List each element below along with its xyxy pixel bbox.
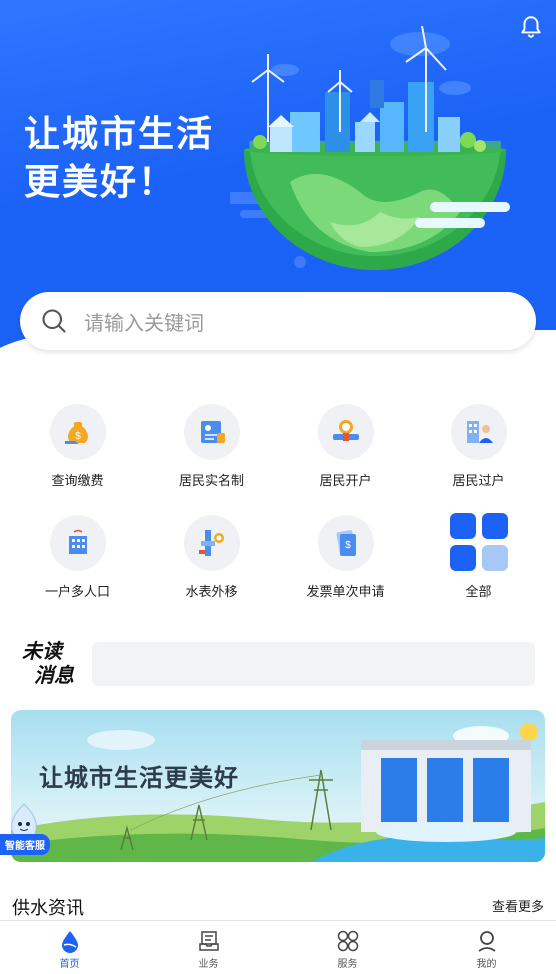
water-meter-icon — [332, 420, 359, 441]
service-label: 居民开户 — [319, 473, 372, 488]
service-all[interactable]: 全部 — [409, 511, 548, 611]
tab-home[interactable]: 首页 — [0, 921, 139, 974]
news-more-link[interactable]: 查看更多 — [492, 896, 544, 915]
service-meter-relocate[interactable]: 水表外移 — [142, 511, 281, 611]
news-section-title: 供水资讯 — [12, 898, 84, 918]
service-label: 查询缴费 — [51, 473, 104, 488]
svg-text:$: $ — [345, 540, 351, 551]
tab-label: 业务 — [198, 959, 219, 970]
service-transfer[interactable]: 居民过户 — [409, 400, 548, 500]
banner-text: 让城市生活更美好 — [39, 765, 239, 792]
water-drop-icon — [61, 931, 78, 953]
green-city-globe-illustration — [230, 25, 510, 270]
service-label: 全部 — [465, 584, 492, 599]
tab-label: 首页 — [59, 959, 80, 970]
service-invoice[interactable]: $ 发票单次申请 — [276, 511, 415, 611]
service-query-payment[interactable]: $ 查询缴费 — [8, 400, 147, 500]
service-real-name[interactable]: 居民实名制 — [142, 400, 281, 500]
slogan-line-2: 更美好！ — [24, 161, 177, 202]
assistant-label[interactable]: 智能客服 — [0, 834, 50, 855]
bottom-tab-bar: 首页 业务 服务 我的 — [0, 920, 556, 974]
search-bar[interactable]: 请输入关键词 — [20, 292, 536, 350]
service-label: 居民过户 — [452, 473, 505, 488]
document-tray-icon — [198, 931, 219, 951]
user-icon — [477, 931, 496, 952]
search-icon — [42, 309, 66, 333]
service-label: 发票单次申请 — [306, 584, 385, 599]
svg-text:$: $ — [75, 431, 81, 442]
money-bag-icon: $ — [64, 422, 88, 444]
unread-messages-panel[interactable] — [92, 642, 535, 686]
transfer-user-icon — [466, 421, 493, 443]
tab-business[interactable]: 业务 — [139, 921, 278, 974]
tab-label: 服务 — [337, 959, 358, 970]
all-grid-icon — [449, 513, 508, 571]
tab-mine[interactable]: 我的 — [417, 921, 556, 974]
search-placeholder: 请输入关键词 — [84, 312, 204, 335]
service-label: 居民实名制 — [178, 473, 244, 488]
home-screen: 让城市生活 更美好！ 请输入关键词 $ 查询缴费 居民实名制 居民开户 居民过户… — [0, 0, 556, 974]
id-card-icon — [200, 421, 225, 443]
service-open-account[interactable]: 居民开户 — [276, 400, 415, 500]
hero-slogan: 让城市生活 更美好！ — [24, 110, 214, 206]
service-label: 水表外移 — [185, 584, 238, 599]
building-icon — [68, 529, 87, 554]
four-leaf-icon — [337, 930, 358, 952]
slogan-line-1: 让城市生活 — [24, 113, 215, 154]
invoice-icon: $ — [336, 530, 356, 556]
tab-label: 我的 — [476, 959, 497, 970]
unread-line-1: 未读 — [22, 641, 62, 663]
unread-line-2: 消息 — [34, 665, 74, 687]
unread-messages-title: 未读 消息 — [22, 640, 74, 688]
service-multi-person[interactable]: 一户多人口 — [8, 511, 147, 611]
pipe-meter-icon — [198, 530, 224, 556]
bell-icon[interactable] — [518, 14, 544, 40]
promo-banner[interactable]: 让城市生活更美好 — [11, 710, 545, 862]
tab-service[interactable]: 服务 — [278, 921, 417, 974]
service-label: 一户多人口 — [44, 584, 110, 599]
